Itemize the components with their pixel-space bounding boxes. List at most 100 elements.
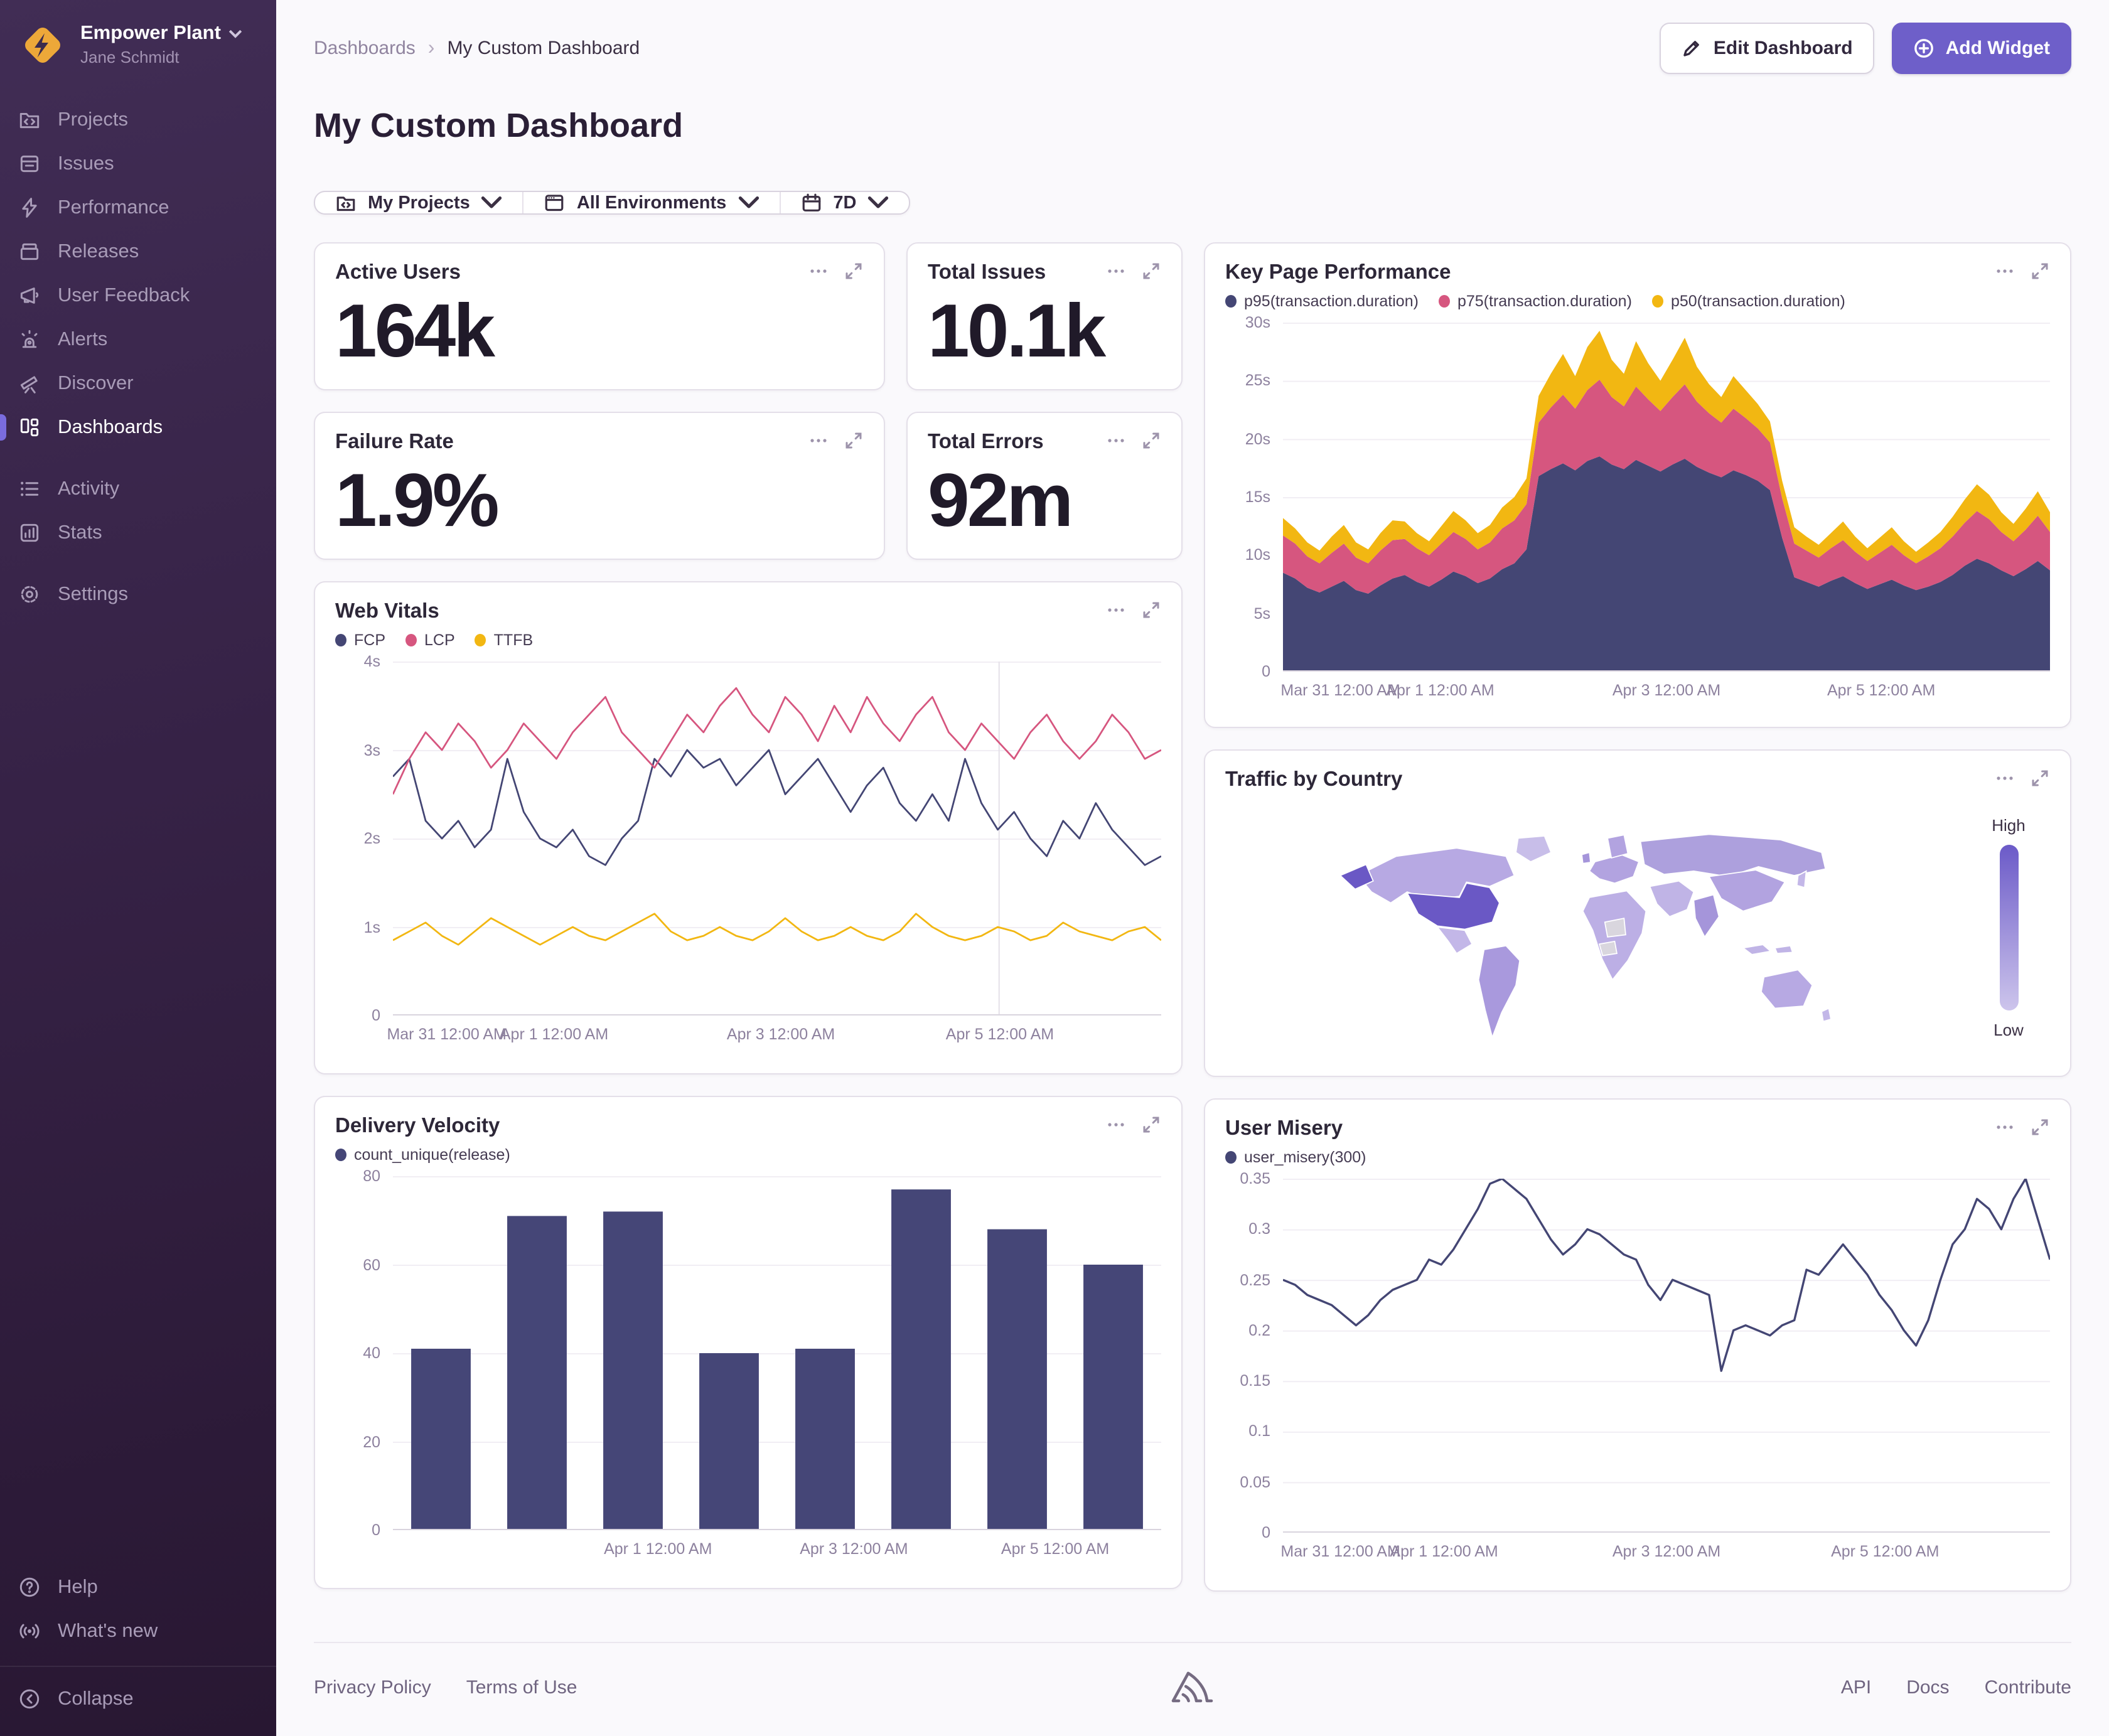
legend-item[interactable]: FCP (335, 631, 385, 649)
widget-title: Web Vitals (335, 600, 439, 623)
sidebar-item-alerts[interactable]: Alerts (0, 318, 276, 362)
widget-title: Active Users (335, 261, 461, 284)
widget-menu-button[interactable] (1106, 431, 1126, 451)
environment-filter[interactable]: All Environments (522, 192, 780, 213)
widget-menu-button[interactable] (1106, 261, 1126, 281)
breadcrumb-dashboards-link[interactable]: Dashboards (314, 38, 416, 59)
sidebar-item-settings[interactable]: Settings (0, 572, 276, 616)
widget-expand-button[interactable] (1141, 261, 1161, 281)
lightning-icon (22, 198, 37, 218)
sidebar-item-stats[interactable]: Stats (0, 511, 276, 555)
sentry-logo-icon (1171, 1671, 1213, 1703)
widget-traffic-by-country: Traffic by Country High Low (1204, 749, 2071, 1077)
sidebar-item-label: What's new (58, 1620, 158, 1641)
widget-title: Failure Rate (335, 431, 454, 453)
widget-title: Total Issues (928, 261, 1046, 284)
sidebar-item-issues[interactable]: Issues (0, 142, 276, 186)
edit-dashboard-button[interactable]: Edit Dashboard (1659, 23, 1874, 74)
calendar-icon (802, 193, 820, 212)
date-range-filter[interactable]: 7D (779, 192, 909, 213)
ellipsis-icon (1997, 269, 2013, 273)
contribute-link[interactable]: Contribute (1985, 1676, 2071, 1698)
legend-high-label: High (1992, 816, 2026, 835)
sidebar-item-label: Help (58, 1576, 98, 1597)
plus-circle-icon (1914, 39, 1933, 58)
chart-plot[interactable] (393, 1176, 1161, 1530)
filter-bar: My Projects All Environments 7D (314, 191, 911, 215)
widget-title: User Misery (1225, 1117, 1343, 1140)
widget-expand-button[interactable] (844, 261, 864, 281)
api-link[interactable]: API (1841, 1676, 1871, 1698)
widget-expand-button[interactable] (2030, 1117, 2050, 1137)
sidebar-item-projects[interactable]: Projects (0, 98, 276, 142)
widget-menu-button[interactable] (1995, 768, 2015, 788)
legend-dot (405, 634, 417, 646)
projects-icon (19, 113, 40, 129)
widget-expand-button[interactable] (2030, 261, 2050, 281)
widget-expand-button[interactable] (1141, 1115, 1161, 1135)
legend-item[interactable]: p95(transaction.duration) (1225, 292, 1419, 310)
chart-canvas (1282, 1177, 2051, 1533)
widget-menu-button[interactable] (808, 431, 829, 451)
widget-expand-button[interactable] (1141, 600, 1161, 620)
legend-item[interactable]: TTFB (475, 631, 533, 649)
org-name: Empower Plant (80, 23, 221, 44)
sidebar-item-releases[interactable]: Releases (0, 230, 276, 274)
stat-value: 10.1k (928, 289, 1106, 373)
sidebar-item-label: Issues (58, 153, 114, 174)
widget-menu-button[interactable] (1106, 1115, 1126, 1135)
sidebar-item-activity[interactable]: Activity (0, 467, 276, 511)
widget-menu-button[interactable] (1995, 1117, 2015, 1137)
collapse-icon (19, 1689, 40, 1709)
widget-menu-button[interactable] (808, 261, 829, 281)
org-switcher[interactable]: Empower Plant Jane Schmidt (0, 0, 276, 83)
sidebar-item-discover[interactable]: Discover (0, 362, 276, 405)
chart-legend: user_misery(300) (1225, 1149, 1366, 1166)
terms-of-use-link[interactable]: Terms of Use (466, 1676, 577, 1698)
add-widget-button[interactable]: Add Widget (1891, 23, 2071, 74)
legend-item[interactable]: user_misery(300) (1225, 1149, 1366, 1166)
siren-icon (21, 330, 38, 348)
sidebar-item-label: Activity (58, 478, 120, 499)
chart-canvas (1283, 323, 2050, 672)
chart-plot[interactable] (1282, 1177, 2051, 1533)
chart-plot[interactable] (392, 662, 1162, 1015)
expand-icon (2032, 263, 2048, 279)
sidebar-item-label: User Feedback (58, 284, 190, 306)
sidebar-item-user-feedback[interactable]: User Feedback (0, 274, 276, 318)
y-axis: 0 1s 2s 3s 4s (363, 653, 380, 1024)
sidebar-item-whats-new[interactable]: What's new (0, 1609, 276, 1653)
stat-value: 92m (928, 458, 1073, 542)
ellipsis-icon (810, 269, 827, 273)
megaphone-icon (20, 287, 39, 304)
legend-item[interactable]: count_unique(release) (335, 1146, 510, 1164)
widget-title: Key Page Performance (1225, 261, 1451, 284)
widget-menu-button[interactable] (1995, 261, 2015, 281)
widget-title: Total Errors (928, 431, 1044, 453)
widget-expand-button[interactable] (844, 431, 864, 451)
world-map[interactable] (1324, 810, 1874, 1046)
widget-expand-button[interactable] (2030, 768, 2050, 788)
privacy-policy-link[interactable]: Privacy Policy (314, 1676, 431, 1698)
x-axis: Mar 31 12:00 AM Apr 1 12:00 AM Apr 3 12:00… (1280, 682, 1936, 699)
sidebar-item-performance[interactable]: Performance (0, 186, 276, 230)
legend-dot (1225, 295, 1237, 308)
widget-expand-button[interactable] (1141, 431, 1161, 451)
sidebar-collapse-button[interactable]: Collapse (0, 1677, 276, 1721)
sidebar-item-label: Stats (58, 522, 102, 543)
sidebar-item-dashboards[interactable]: Dashboards (0, 405, 276, 449)
legend-item[interactable]: p75(transaction.duration) (1438, 292, 1632, 310)
legend-item[interactable]: LCP (405, 631, 455, 649)
docs-link[interactable]: Docs (1906, 1676, 1949, 1698)
org-logo-icon (25, 28, 60, 63)
project-filter[interactable]: My Projects (315, 192, 523, 213)
legend-dot (335, 1149, 346, 1161)
chevron-down-icon (481, 196, 502, 208)
sidebar-nav: Projects Issues Performance Releases Use… (0, 98, 276, 616)
org-user: Jane Schmidt (80, 48, 180, 67)
widget-menu-button[interactable] (1106, 600, 1126, 620)
ellipsis-icon (1997, 776, 2013, 780)
sidebar-item-help[interactable]: Help (0, 1565, 276, 1609)
chart-plot[interactable] (1283, 323, 2050, 672)
legend-item[interactable]: p50(transaction.duration) (1651, 292, 1845, 310)
